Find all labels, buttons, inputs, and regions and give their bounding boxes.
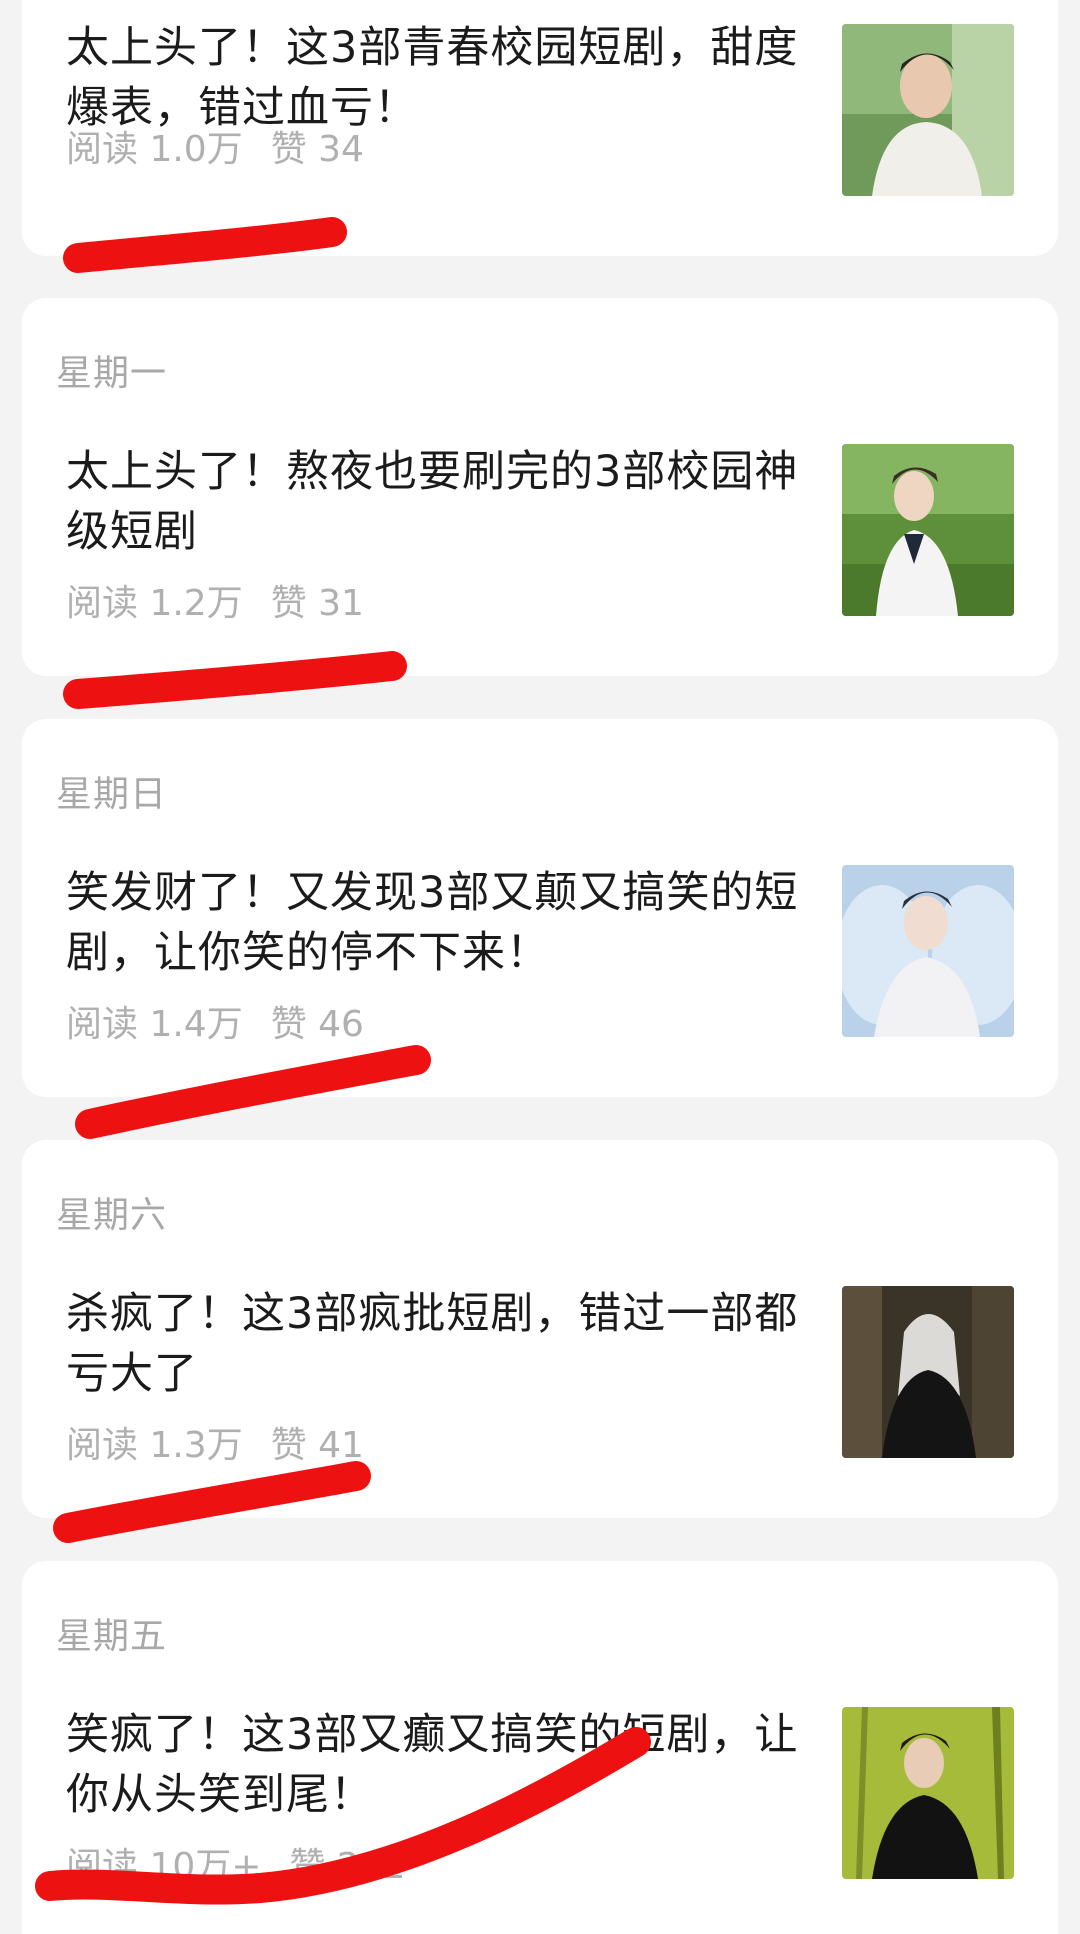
read-count: 阅读 1.2万: [66, 583, 243, 624]
article-thumbnail[interactable]: [842, 1707, 1014, 1879]
portrait-thumbnail-icon: [842, 24, 1014, 196]
article-stats: 阅读 1.2万赞 31: [66, 574, 392, 626]
article-stats: 阅读 1.3万赞 41: [66, 1416, 392, 1468]
article-card[interactable]: 星期一 太上头了！熬夜也要刷完的3部校园神级短剧 阅读 1.2万赞 31: [22, 298, 1058, 676]
article-card[interactable]: 星期六 杀疯了！这3部疯批短剧，错过一部都亏大了 阅读 1.3万赞 41: [22, 1140, 1058, 1518]
article-stats: 阅读 1.0万赞 34: [66, 120, 392, 172]
article-stats: 阅读 1.4万赞 46: [66, 995, 392, 1047]
like-count: 赞 212: [289, 1846, 406, 1887]
article-card[interactable]: 星期日 笑发财了！又发现3部又颠又搞笑的短剧，让你笑的停不下来！ 阅读 1.4万…: [22, 719, 1058, 1097]
portrait-thumbnail-icon: [842, 444, 1014, 616]
article-title[interactable]: 杀疯了！这3部疯批短剧，错过一部都亏大了: [66, 1284, 826, 1404]
read-count: 阅读 1.4万: [66, 1004, 243, 1045]
article-list-page: 太上头了！这3部青春校园短剧，甜度爆表，错过血亏！ 阅读 1.0万赞 34 星期…: [0, 0, 1080, 1934]
date-label: 星期六: [56, 1195, 168, 1236]
date-label: 星期一: [56, 353, 168, 394]
article-thumbnail[interactable]: [842, 865, 1014, 1037]
article-card[interactable]: 星期五 笑疯了！这3部又癫又搞笑的短剧，让你从头笑到尾！ 阅读 10万+ 赞 21…: [22, 1561, 1058, 1934]
read-count: 阅读 1.0万: [66, 129, 243, 170]
read-count: 阅读 10万+: [66, 1846, 262, 1887]
portrait-thumbnail-icon: [842, 1286, 1014, 1458]
article-thumbnail[interactable]: [842, 24, 1014, 196]
article-title[interactable]: 笑疯了！这3部又癫又搞笑的短剧，让你从头笑到尾！: [66, 1705, 826, 1825]
article-card[interactable]: 太上头了！这3部青春校园短剧，甜度爆表，错过血亏！ 阅读 1.0万赞 34: [22, 0, 1058, 256]
article-stats: 阅读 10万+ 赞 212: [66, 1837, 434, 1889]
portrait-thumbnail-icon: [842, 865, 1014, 1037]
article-thumbnail[interactable]: [842, 444, 1014, 616]
like-count: 赞 41: [270, 1425, 364, 1466]
article-title[interactable]: 笑发财了！又发现3部又颠又搞笑的短剧，让你笑的停不下来！: [66, 863, 826, 983]
read-count: 阅读 1.3万: [66, 1425, 243, 1466]
like-count: 赞 34: [270, 129, 364, 170]
article-thumbnail[interactable]: [842, 1286, 1014, 1458]
article-title[interactable]: 太上头了！熬夜也要刷完的3部校园神级短剧: [66, 442, 826, 562]
date-label: 星期日: [56, 774, 168, 815]
portrait-thumbnail-icon: [842, 1707, 1014, 1879]
like-count: 赞 46: [270, 1004, 364, 1045]
like-count: 赞 31: [270, 583, 364, 624]
date-label: 星期五: [56, 1616, 168, 1657]
